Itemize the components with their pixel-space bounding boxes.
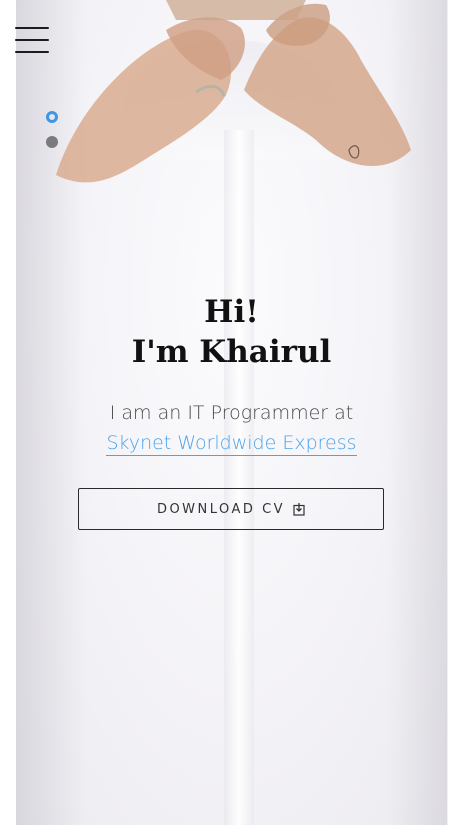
download-icon [293, 502, 305, 516]
role-text: I am an IT Programmer at [109, 402, 354, 424]
greeting-text: Hi! [204, 294, 259, 330]
menu-bar-top [15, 27, 49, 29]
hero-headline: Hi! I'm Khairul [16, 292, 447, 372]
menu-bar-bottom [15, 51, 49, 53]
slider-dot-1-active[interactable] [46, 111, 58, 123]
name-text: I'm Khairul [131, 334, 332, 370]
slider-pagination [46, 111, 60, 161]
download-cv-label: DOWNLOAD CV [156, 501, 286, 517]
download-cv-button[interactable]: DOWNLOAD CV [78, 488, 384, 530]
menu-bar-middle [15, 39, 49, 41]
page: Hi! I'm Khairul I am an IT Programmer at… [0, 0, 467, 825]
company-link[interactable]: Skynet Worldwide Express [106, 432, 357, 456]
page-right-margin [447, 0, 467, 825]
hero-subtitle: I am an IT Programmer at Skynet Worldwid… [16, 398, 447, 458]
slider-dot-2[interactable] [46, 136, 58, 148]
hamburger-menu-icon[interactable] [15, 27, 49, 55]
